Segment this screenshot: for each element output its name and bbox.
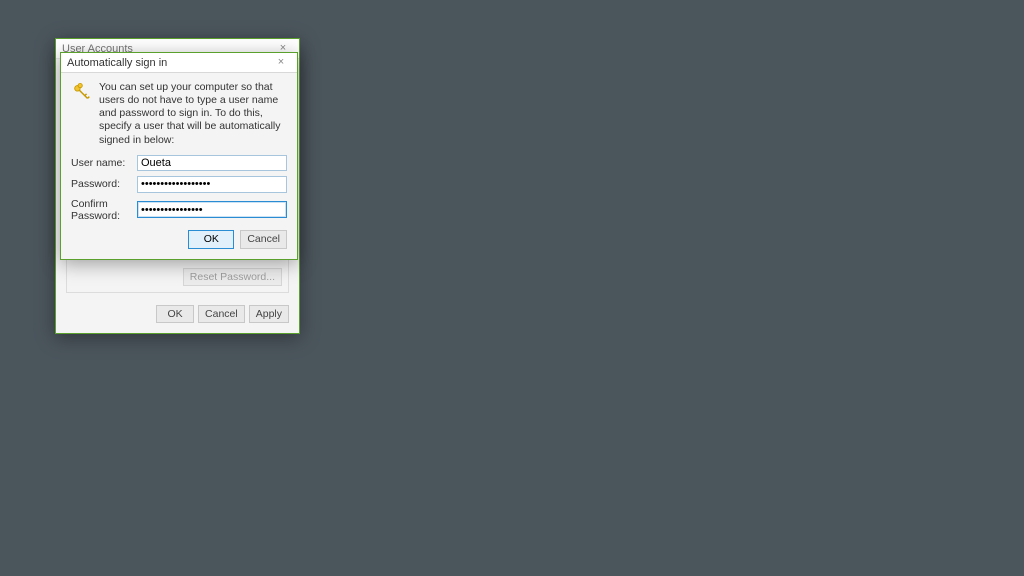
apply-button[interactable]: Apply xyxy=(249,305,289,323)
confirm-password-label: Confirm Password: xyxy=(71,198,137,222)
close-icon[interactable]: × xyxy=(271,55,291,71)
confirm-password-input[interactable] xyxy=(137,201,287,218)
username-input[interactable] xyxy=(137,155,287,172)
cancel-button[interactable]: Cancel xyxy=(198,305,245,323)
password-label: Password: xyxy=(71,178,137,190)
dialog-ok-button[interactable]: OK xyxy=(188,230,234,249)
auto-signin-dialog: Automatically sign in × You can set up y… xyxy=(60,52,298,260)
auto-signin-description: You can set up your computer so that use… xyxy=(99,81,287,147)
auto-signin-title: Automatically sign in xyxy=(67,57,271,69)
ok-button[interactable]: OK xyxy=(156,305,194,323)
username-label: User name: xyxy=(71,157,137,169)
auto-signin-titlebar[interactable]: Automatically sign in × xyxy=(61,53,297,73)
reset-password-button[interactable]: Reset Password... xyxy=(183,268,282,286)
keys-icon xyxy=(71,81,93,103)
password-input[interactable] xyxy=(137,176,287,193)
dialog-cancel-button[interactable]: Cancel xyxy=(240,230,287,249)
